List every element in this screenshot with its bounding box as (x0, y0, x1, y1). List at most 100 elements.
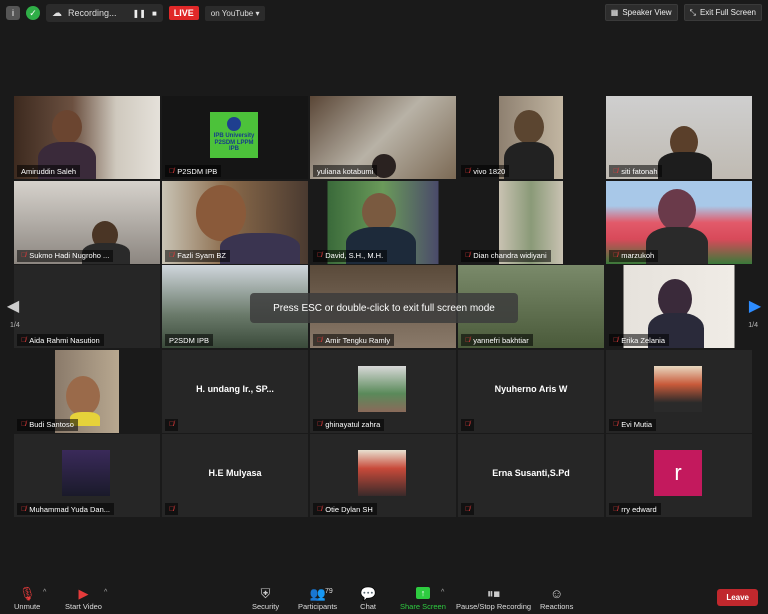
muted-mic-icon: 🎙̸ (613, 421, 619, 428)
participant-display-name: H. undang Ir., SP... (196, 383, 274, 394)
participant-name: 🎙̸ Aida Rahmi Nasution (17, 334, 104, 346)
muted-mic-icon: 🎙̸ (465, 505, 471, 513)
encryption-shield-icon[interactable]: ✓ (26, 6, 40, 20)
previous-page-arrow-icon[interactable]: ◀ (6, 296, 20, 316)
participant-tile[interactable]: 🎙̸ Aida Rahmi Nasution (14, 265, 160, 348)
participant-name: Amiruddin Saleh (17, 165, 81, 177)
people-icon: 👥 (309, 586, 326, 601)
participant-tile[interactable]: 🎙̸ Evi Mutia (606, 349, 752, 433)
speaker-view-button[interactable]: ▦ Speaker View (604, 4, 678, 21)
start-video-button[interactable]: ▶ Start Video (65, 586, 102, 611)
fullscreen-toast: Press ESC or double-click to exit full s… (250, 293, 518, 323)
unmute-button[interactable]: 🎙 Unmute (14, 586, 40, 611)
live-stream-menu[interactable]: on YouTube ▾ (204, 5, 266, 21)
pause-recording-button[interactable]: ❚❚ (133, 9, 146, 18)
speaker-view-label: Speaker View (622, 8, 672, 17)
participant-name: 🎙̸ (165, 503, 179, 515)
info-icon[interactable]: i (6, 6, 20, 20)
participant-tile[interactable]: 🎙̸ marzukoh (606, 180, 752, 264)
leave-button[interactable]: Leave (717, 589, 758, 606)
muted-mic-icon: 🎙̸ (465, 421, 471, 428)
muted-mic-icon: 🎙̸ (21, 505, 27, 513)
participant-tile[interactable]: 🎙̸ Dian chandra widiyani (458, 180, 604, 264)
pause-stop-recording-button[interactable]: ⏸⏹ Pause/Stop Recording (456, 586, 531, 611)
reactions-button[interactable]: ☺ Reactions (540, 586, 573, 611)
participant-name: 🎙̸ vivo 1820 (461, 165, 510, 177)
participant-name: 🎙̸ ghinayatul zahra (313, 418, 385, 431)
muted-mic-icon: 🎙̸ (465, 167, 471, 175)
zoom-meeting-window: i ✓ ☁ Recording... ❚❚ ■ LIVE on YouTube … (0, 0, 768, 614)
participant-tile[interactable]: 🎙̸ Erika Zelania (606, 265, 752, 348)
top-bar-right: ▦ Speaker View ⤡ Exit Full Screen (604, 4, 762, 21)
participant-tile[interactable]: r 🎙̸ rry edward (606, 434, 752, 517)
muted-mic-icon: 🎙̸ (465, 252, 471, 259)
youtube-label: on YouTube (210, 8, 254, 18)
meeting-toolbar: 🎙 Unmute ^ ▶ Start Video ^ ⛨ Security 👥 … (0, 580, 768, 614)
participant-name: 🎙̸ (165, 418, 179, 431)
recording-indicator: ☁ Recording... ❚❚ ■ (46, 4, 163, 22)
profile-picture (358, 450, 406, 496)
page-indicator-right: 1/4 (748, 322, 758, 329)
muted-mic-icon: 🎙̸ (21, 252, 27, 259)
participant-tile[interactable]: 🎙̸ vivo 1820 (458, 96, 604, 179)
participant-tile[interactable]: IPB University P2SDM LPPM IPB 🎙̸ P2SDM IPB (162, 96, 308, 179)
participant-tile[interactable]: Amiruddin Saleh (14, 96, 160, 179)
participant-tile[interactable]: 🎙̸ Muhammad Yuda Dan... (14, 434, 160, 517)
page-indicator-left: 1/4 (10, 322, 20, 329)
participant-tile[interactable]: 🎙̸ Sukmo Hadi Nugroho ... (14, 180, 160, 264)
stop-recording-button[interactable]: ■ (152, 9, 157, 18)
top-bar: i ✓ ☁ Recording... ❚❚ ■ LIVE on YouTube … (0, 0, 768, 26)
participant-tile[interactable]: H.E Mulyasa 🎙̸ (162, 434, 308, 517)
participant-tile[interactable]: Nyuherno Aris W 🎙̸ (458, 349, 604, 433)
muted-mic-icon: 🎙̸ (169, 421, 175, 428)
participant-name: 🎙̸ siti fatonah (609, 165, 662, 177)
profile-picture (654, 365, 702, 412)
participant-name: 🎙̸ marzukoh (609, 249, 659, 262)
audio-options-chevron-icon[interactable]: ^ (43, 589, 46, 596)
exit-fullscreen-button[interactable]: ⤡ Exit Full Screen (683, 4, 762, 21)
participant-tile[interactable]: 🎙̸ Otie Dylan SH (310, 434, 456, 517)
participant-tile[interactable]: 🎙̸ David, S.H., M.H. (310, 180, 456, 264)
participant-name: 🎙̸ Muhammad Yuda Dan... (17, 503, 114, 515)
participant-name: 🎙̸ Otie Dylan SH (313, 503, 377, 515)
muted-mic-icon: 🎙̸ (21, 336, 27, 344)
participant-tile[interactable]: 🎙̸ Fazli Syam BZ (162, 180, 308, 264)
exit-fullscreen-label: Exit Full Screen (699, 8, 756, 17)
exit-fullscreen-icon: ⤡ (689, 7, 696, 17)
next-page-arrow-icon[interactable]: ▶ (748, 296, 762, 316)
grid-icon: ▦ (610, 8, 619, 17)
participant-name: 🎙̸ (461, 418, 475, 431)
muted-mic-icon: 🎙̸ (317, 252, 323, 259)
security-button[interactable]: ⛨ Security (252, 586, 279, 611)
muted-mic-icon: 🎙̸ (613, 505, 619, 513)
participant-tile[interactable]: H. undang Ir., SP... 🎙̸ (162, 349, 308, 433)
participant-name: 🎙̸ Evi Mutia (609, 418, 657, 431)
pause-stop-icon: ⏸⏹ (487, 586, 501, 601)
recording-label: Recording... (68, 8, 117, 18)
participant-tile[interactable]: Erna Susanti,S.Pd 🎙̸ (458, 434, 604, 517)
muted-mic-icon: 🎙̸ (613, 167, 619, 175)
profile-picture (358, 365, 406, 412)
participant-name: yuliana kotabumi (313, 165, 378, 177)
participant-name: 🎙̸ yannefri bakhtiar (461, 334, 533, 346)
participant-name: P2SDM IPB (165, 334, 214, 346)
participant-tile[interactable]: 🎙̸ ghinayatul zahra (310, 349, 456, 433)
muted-mic-icon: 🎙̸ (169, 167, 175, 175)
participant-name: 🎙̸ rry edward (609, 503, 661, 515)
participant-display-name: H.E Mulyasa (208, 468, 262, 478)
participant-tile[interactable]: 🎙̸ siti fatonah (606, 96, 752, 179)
share-options-chevron-icon[interactable]: ^ (441, 589, 444, 596)
muted-mic-icon: 🎙̸ (613, 336, 619, 344)
muted-mic-icon: 🎙̸ (317, 336, 323, 344)
share-screen-button[interactable]: ↑ Share Screen (400, 587, 446, 611)
video-options-chevron-icon[interactable]: ^ (104, 589, 107, 596)
participant-name: 🎙̸ Fazli Syam BZ (165, 249, 231, 262)
chat-button[interactable]: 💬 Chat (360, 586, 376, 611)
avatar: r (654, 450, 702, 496)
muted-mic-icon: 🎙̸ (169, 252, 175, 259)
participant-tile[interactable]: yuliana kotabumi (310, 96, 456, 179)
participant-name: 🎙̸ Amir Tengku Ramly (313, 334, 395, 346)
participant-name: 🎙̸ Sukmo Hadi Nugroho ... (17, 249, 114, 262)
muted-mic-icon: 🎙̸ (169, 505, 175, 513)
participant-tile[interactable]: 🎙̸ Budi Santoso (14, 349, 160, 433)
